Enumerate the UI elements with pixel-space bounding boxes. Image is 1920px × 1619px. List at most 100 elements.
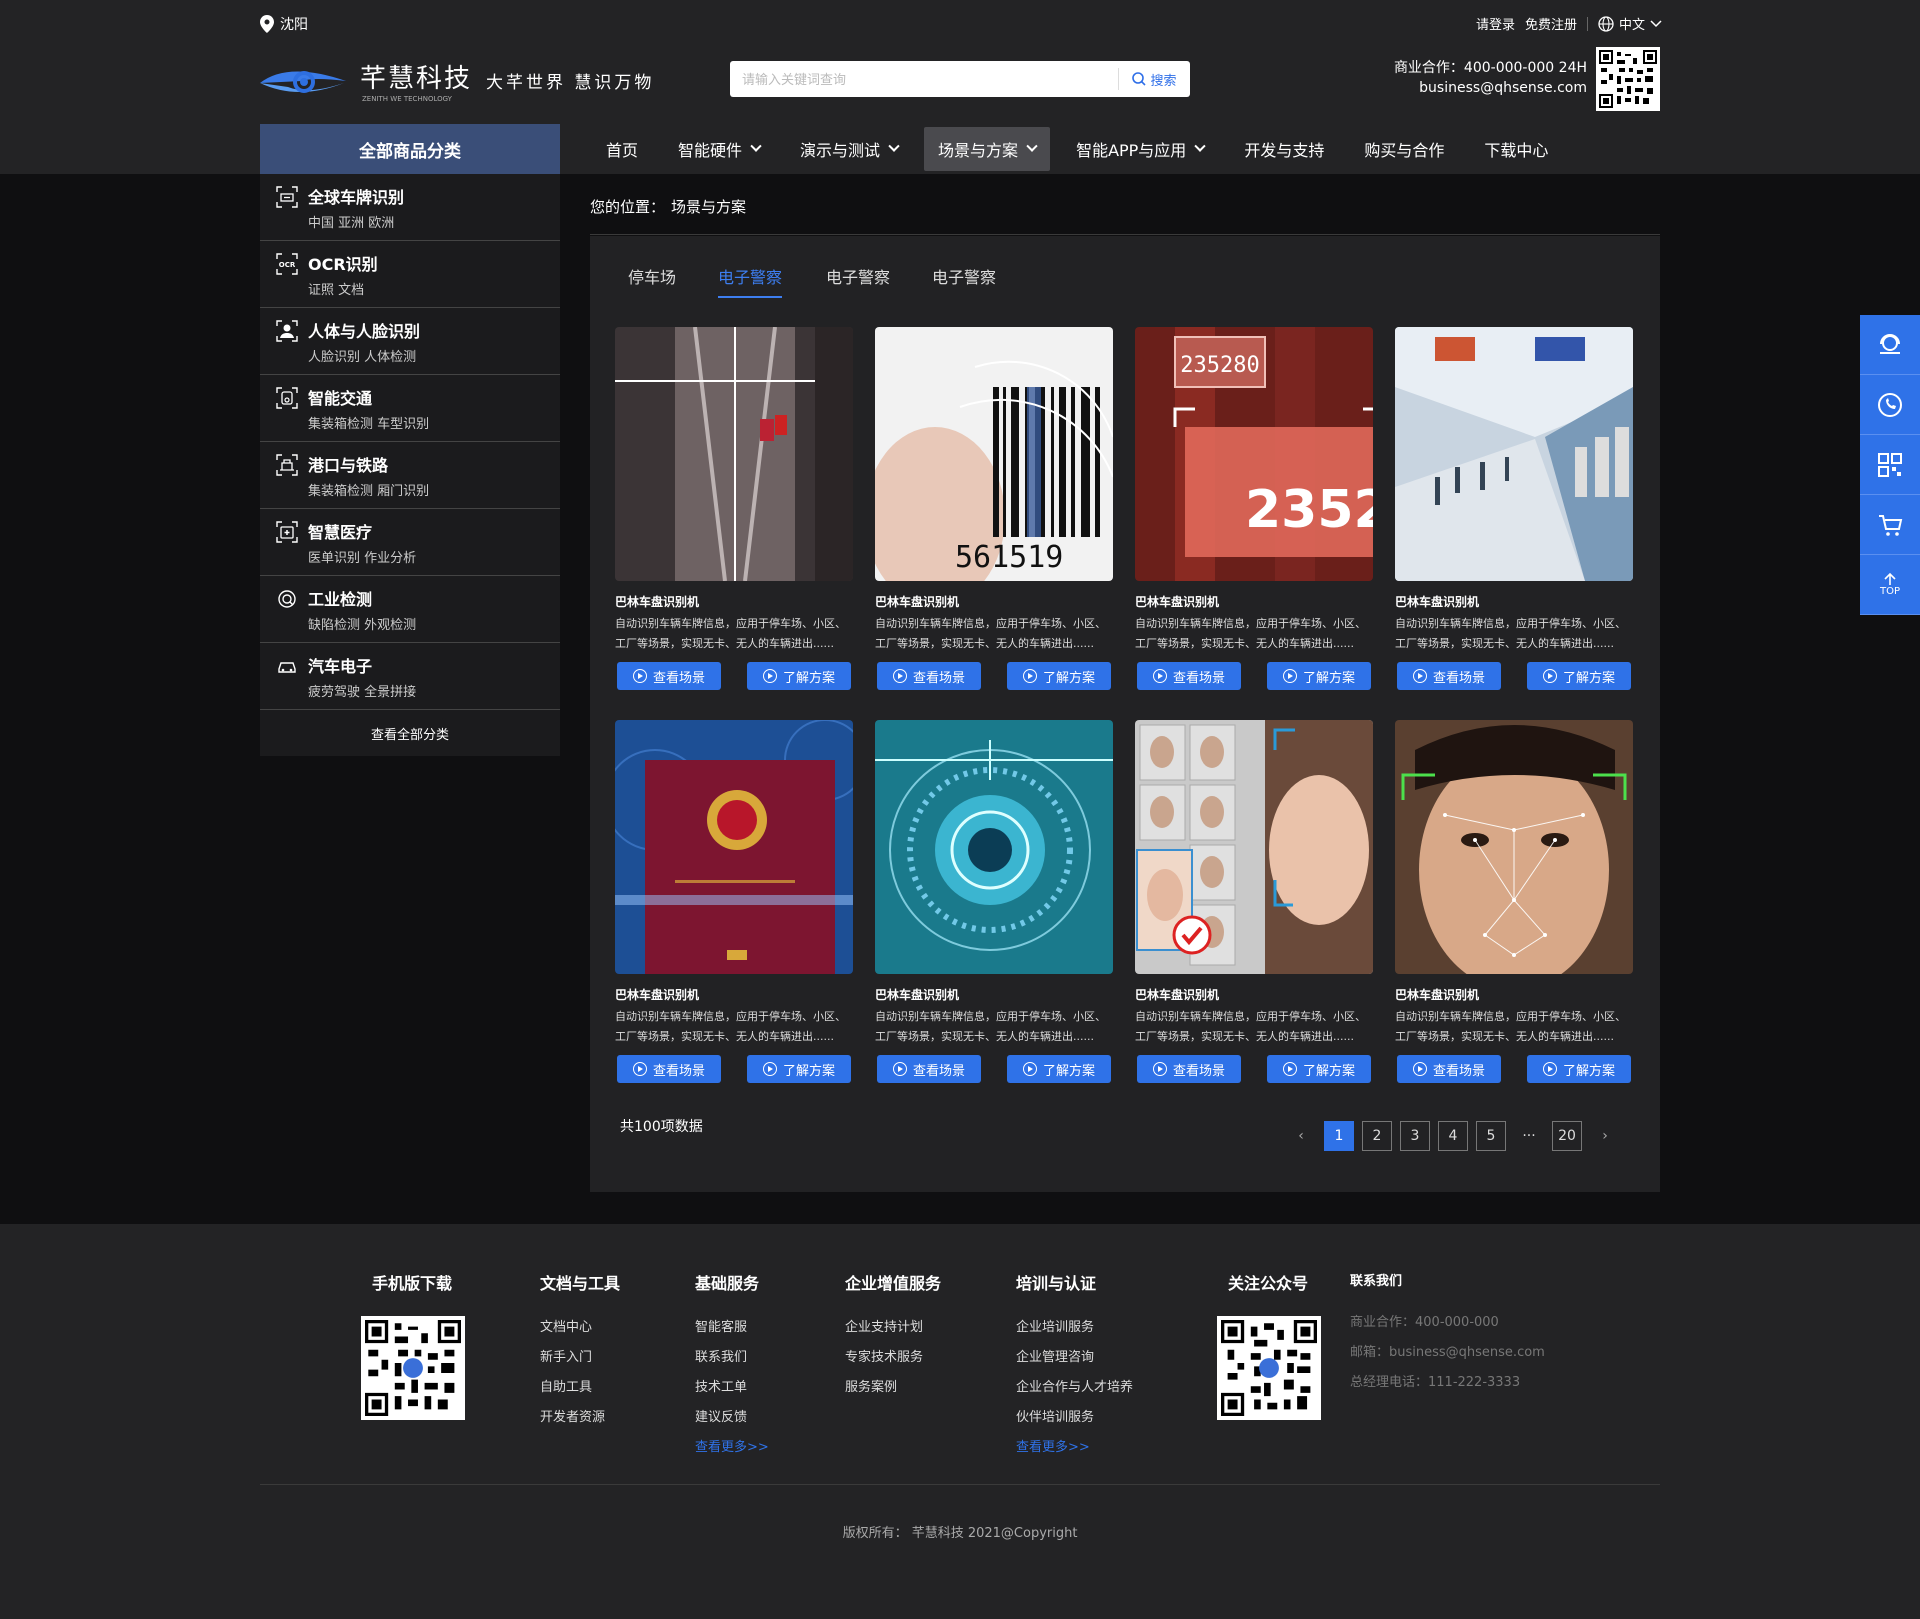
page-button[interactable]: 2 [1362, 1121, 1392, 1151]
play-icon [762, 1062, 777, 1076]
nav-item-download[interactable]: 下载中心 [1470, 127, 1562, 171]
learn-solution-button[interactable]: 了解方案 [1267, 662, 1371, 690]
view-scene-button[interactable]: 查看场景 [1137, 1055, 1241, 1083]
card-image-container-number[interactable]: 235280 235280 [1135, 327, 1373, 581]
card-image-barcode[interactable]: 561519 [875, 327, 1113, 581]
footer-link[interactable]: 联系我们 [695, 1346, 769, 1365]
footer-link[interactable]: 自助工具 [540, 1376, 620, 1395]
view-scene-button[interactable]: 查看场景 [1397, 1055, 1501, 1083]
view-scene-button[interactable]: 查看场景 [1397, 662, 1501, 690]
footer-link[interactable]: 企业支持计划 [845, 1316, 941, 1335]
scenario-grid: 巴林车盘识别机 自动识别车辆车牌信息，应用于停车场、小区、工厂等场景，实现无卡、… [615, 327, 1635, 1083]
footer-link[interactable]: 开发者资源 [540, 1406, 620, 1425]
divider [590, 234, 1660, 235]
arrow-up-icon [1884, 572, 1896, 585]
card-image-iris-scan[interactable] [875, 720, 1113, 974]
next-page-button[interactable]: › [1590, 1121, 1620, 1151]
qr-code-button[interactable] [1860, 435, 1920, 495]
sidebar-item-auto[interactable]: 汽车电子 疲劳驾驶 全景拼接 [260, 643, 560, 710]
search-input[interactable] [730, 64, 1118, 94]
language-selector[interactable]: 中文 [1598, 14, 1662, 33]
phone-button[interactable] [1860, 375, 1920, 435]
sidebar-item-industry[interactable]: 工业检测 缺陷检测 外观检测 [260, 576, 560, 643]
nav-item-scenarios[interactable]: 场景与方案 [924, 127, 1051, 171]
sidebar-item-medical[interactable]: 智慧医疗 医单识别 作业分析 [260, 509, 560, 576]
card-image-face-match[interactable] [1135, 720, 1373, 974]
all-categories-title[interactable]: 全部商品分类 [260, 124, 560, 174]
learn-solution-button[interactable]: 了解方案 [1527, 662, 1631, 690]
customer-service-button[interactable] [1860, 315, 1920, 375]
search-button[interactable]: 搜索 [1118, 68, 1190, 90]
nav-item-apps[interactable]: 智能APP与应用 [1062, 127, 1218, 171]
login-link[interactable]: 请登录 [1476, 14, 1515, 33]
learn-solution-button[interactable]: 了解方案 [747, 662, 851, 690]
prev-page-button[interactable]: ‹ [1286, 1121, 1316, 1151]
scenario-card: 巴林车盘识别机 自动识别车辆车牌信息，应用于停车场、小区、工厂等场景，实现无卡、… [1135, 720, 1373, 1083]
view-scene-button[interactable]: 查看场景 [617, 662, 721, 690]
footer-link[interactable]: 建议反馈 [695, 1406, 769, 1425]
learn-solution-button[interactable]: 了解方案 [1267, 1055, 1371, 1083]
footer-link[interactable]: 伙伴培训服务 [1016, 1406, 1133, 1425]
card-image-train-undercarriage[interactable] [615, 327, 853, 581]
nav-item-home[interactable]: 首页 [592, 127, 652, 171]
tab-e-police-2[interactable]: 电子警察 [826, 264, 912, 298]
nav-item-dev-support[interactable]: 开发与支持 [1230, 127, 1338, 171]
tab-e-police-3[interactable]: 电子警察 [932, 264, 1018, 298]
location[interactable]: 沈阳 [260, 14, 308, 34]
page-button[interactable]: 1 [1324, 1121, 1354, 1151]
logo[interactable]: 芊慧科技 ZENITH WE TECHNOLOGY 大芊世界 慧识万物 [258, 58, 654, 103]
learn-solution-button[interactable]: 了解方案 [1527, 1055, 1631, 1083]
sidebar-item-traffic[interactable]: 智能交通 集装箱检测 车型识别 [260, 375, 560, 442]
learn-solution-button[interactable]: 了解方案 [1007, 662, 1111, 690]
card-image-passport[interactable] [615, 720, 853, 974]
page-button[interactable]: 3 [1400, 1121, 1430, 1151]
card-title: 巴林车盘识别机 [615, 988, 700, 1002]
learn-solution-button[interactable]: 了解方案 [1007, 1055, 1111, 1083]
back-to-top-button[interactable]: TOP [1860, 555, 1920, 615]
tab-e-police-1[interactable]: 电子警察 [718, 264, 783, 298]
footer-link[interactable]: 企业管理咨询 [1016, 1346, 1133, 1365]
page-button-last[interactable]: 20 [1552, 1121, 1582, 1151]
nav-item-hardware[interactable]: 智能硬件 [664, 127, 774, 171]
view-scene-button[interactable]: 查看场景 [617, 1055, 721, 1083]
card-desc: 自动识别车辆车牌信息，应用于停车场、小区、工厂等场景，实现无卡、无人的车辆进出.… [615, 1010, 846, 1043]
footer-more-link[interactable]: 查看更多>> [695, 1436, 769, 1455]
footer-link[interactable]: 服务案例 [845, 1376, 941, 1395]
view-all-categories-link[interactable]: 查看全部分类 [260, 710, 560, 756]
view-scene-button[interactable]: 查看场景 [877, 662, 981, 690]
view-scene-button[interactable]: 查看场景 [877, 1055, 981, 1083]
breadcrumb-current[interactable]: 场景与方案 [671, 196, 746, 217]
sidebar-item-port[interactable]: 港口与铁路 集装箱检测 厢门识别 [260, 442, 560, 509]
learn-solution-button[interactable]: 了解方案 [747, 1055, 851, 1083]
divider [260, 1484, 1660, 1485]
nav-item-purchase[interactable]: 购买与合作 [1350, 127, 1458, 171]
button-label: 查看场景 [652, 1063, 705, 1079]
footer-link[interactable]: 企业培训服务 [1016, 1316, 1133, 1335]
footer-col-title: 企业增值服务 [845, 1274, 942, 1293]
chevron-down-icon [1650, 19, 1662, 27]
card-desc: 自动识别车辆车牌信息，应用于停车场、小区、工厂等场景，实现无卡、无人的车辆进出.… [1135, 617, 1366, 650]
footer-link[interactable]: 智能客服 [695, 1316, 769, 1335]
sidebar-item-plate[interactable]: 全球车牌识别 中国 亚洲 欧洲 [260, 174, 560, 241]
tab-parking[interactable]: 停车场 [628, 264, 698, 298]
card-image-subway-station[interactable] [1395, 327, 1633, 581]
footer-more-link[interactable]: 查看更多>> [1016, 1436, 1133, 1455]
main-nav: 全部商品分类 首页 智能硬件 演示与测试 场景与方案 智能APP与应用 开发与支… [0, 124, 1920, 174]
footer-link[interactable]: 企业合作与人才培养 [1016, 1376, 1133, 1395]
page-button[interactable]: 4 [1438, 1121, 1468, 1151]
card-image-face-landmarks[interactable] [1395, 720, 1633, 974]
search-icon [1132, 72, 1147, 86]
footer-link[interactable]: 专家技术服务 [845, 1346, 941, 1365]
sidebar-item-ocr[interactable]: OCR OCR识别 证照 文档 [260, 241, 560, 308]
view-scene-button[interactable]: 查看场景 [1137, 662, 1241, 690]
sidebar-item-face[interactable]: 人体与人脸识别 人脸识别 人体检测 [260, 308, 560, 375]
footer-link[interactable]: 文档中心 [540, 1316, 620, 1335]
sidebar-item-title: 智能交通 [308, 389, 373, 408]
button-label: 了解方案 [1562, 670, 1615, 686]
register-link[interactable]: 免费注册 [1525, 14, 1577, 33]
page-button[interactable]: 5 [1476, 1121, 1506, 1151]
footer-link[interactable]: 新手入门 [540, 1346, 620, 1365]
cart-button[interactable] [1860, 495, 1920, 555]
nav-item-demo[interactable]: 演示与测试 [786, 127, 912, 171]
footer-link[interactable]: 技术工单 [695, 1376, 769, 1395]
